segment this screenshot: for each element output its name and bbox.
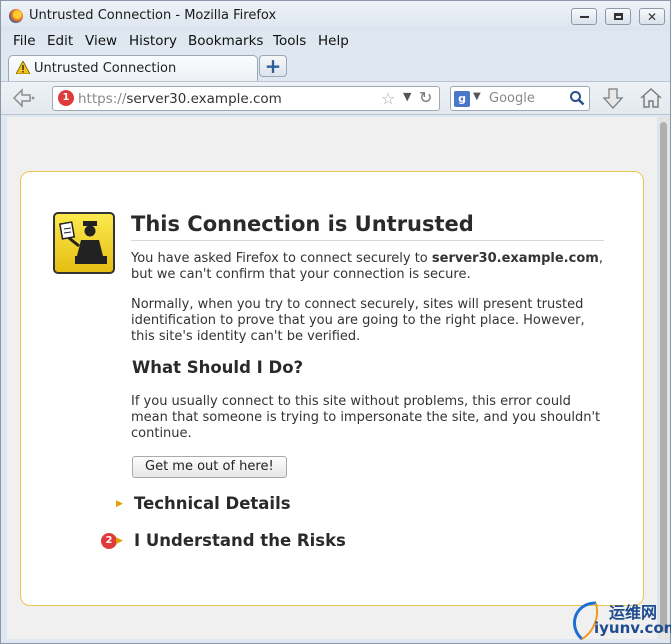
understand-risks-toggle[interactable]: I Understand the Risks [134,531,346,550]
intro-text: You have asked Firefox to connect secure… [131,251,432,266]
firefox-window: Untrusted Connection - Mozilla Firefox ✕… [0,0,671,644]
chevron-down-icon[interactable]: ▼ [403,90,411,103]
menu-file[interactable]: File [13,33,36,49]
menu-view[interactable]: View [85,33,117,49]
url-scheme: https:// [78,91,127,107]
download-icon[interactable] [601,86,625,112]
get-me-out-button[interactable]: Get me out of here! [132,456,287,478]
menu-edit[interactable]: Edit [47,33,73,49]
url-text: https://server30.example.com [78,91,282,107]
scrollbar-thumb[interactable] [660,122,667,632]
close-icon: ✕ [647,10,658,24]
menu-bar: File Edit View History Bookmarks Tools H… [1,31,670,53]
window-title: Untrusted Connection - Mozilla Firefox [29,8,277,23]
search-input[interactable]: Google [489,91,535,106]
menu-history[interactable]: History [129,33,177,49]
page-title: This Connection is Untrusted [131,212,604,241]
tab-label: Untrusted Connection [34,61,177,76]
watermark-logo: 运维网 iyunv.com [566,597,671,643]
search-icon[interactable] [569,90,585,106]
url-bar[interactable]: 1 https://server30.example.com ☆ ▼ ↻ [52,86,440,111]
menu-tools[interactable]: Tools [273,33,306,49]
maximize-button[interactable] [605,8,631,25]
back-arrow-icon [12,88,35,108]
plus-icon: + [264,54,282,78]
navigation-toolbar: 1 https://server30.example.com ☆ ▼ ↻ g ▼… [1,81,670,115]
home-icon[interactable] [638,85,664,111]
reload-icon[interactable]: ↻ [419,88,432,107]
search-box[interactable]: g ▼ Google [450,86,590,111]
technical-details-toggle[interactable]: Technical Details [134,494,291,513]
back-button[interactable] [11,87,41,111]
search-engine-dropdown-icon[interactable]: ▼ [473,91,481,102]
url-host: server30.example.com [126,91,282,107]
warning-icon [16,61,30,74]
menu-bookmarks[interactable]: Bookmarks [188,33,263,49]
what-should-i-do-heading: What Should I Do? [132,358,304,377]
star-icon[interactable]: ☆ [381,89,395,108]
annotation-badge-1: 1 [58,90,74,106]
intro-paragraph: You have asked Firefox to connect secure… [131,251,606,283]
title-bar: Untrusted Connection - Mozilla Firefox ✕ [1,1,670,31]
minimize-button[interactable] [571,8,597,25]
close-button[interactable]: ✕ [639,8,665,25]
annotation-badge-2: 2 [101,533,117,549]
expand-triangle-icon[interactable]: ▶ [116,536,123,546]
intro-host: server30.example.com [431,251,599,266]
vertical-scrollbar[interactable] [658,117,670,639]
advice-paragraph: If you usually connect to this site with… [131,394,601,441]
new-tab-button[interactable]: + [259,55,287,77]
menu-help[interactable]: Help [318,33,349,49]
page-content: This Connection is Untrusted You have as… [7,117,657,639]
firefox-logo-icon [9,9,23,23]
tab-untrusted-connection[interactable]: Untrusted Connection [8,55,258,81]
google-icon[interactable]: g [454,91,470,107]
explanation-paragraph: Normally, when you try to connect secure… [131,297,585,344]
expand-triangle-icon[interactable]: ▶ [116,499,123,509]
tab-bar: Untrusted Connection [1,53,670,81]
certificate-officer-icon [53,212,115,274]
watermark-en-text: iyunv.com [594,619,671,637]
error-card: This Connection is Untrusted You have as… [20,171,644,606]
